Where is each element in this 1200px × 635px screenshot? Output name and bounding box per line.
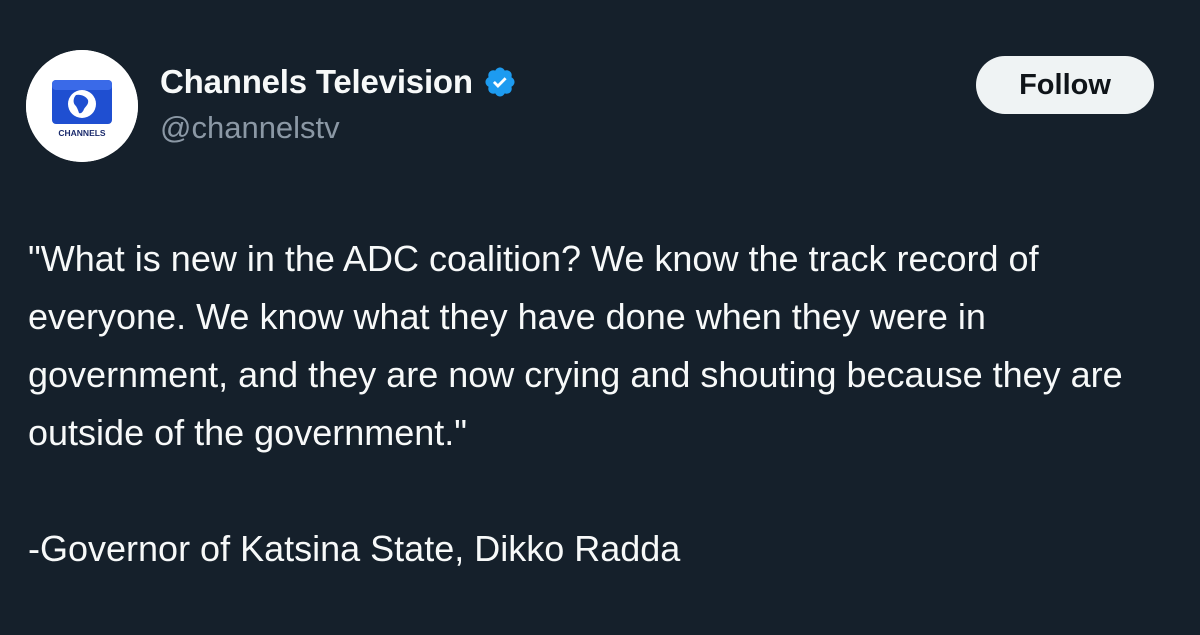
author-name-row: Channels Television <box>160 60 517 104</box>
channels-logo-icon: CHANNELS <box>26 50 138 162</box>
author-identity: Channels Television @channelstv <box>160 60 517 146</box>
follow-button[interactable]: Follow <box>976 56 1154 114</box>
post-card: CHANNELS Channels Television @channelstv… <box>0 0 1200 635</box>
author-display-name[interactable]: Channels Television <box>160 63 473 101</box>
author-handle[interactable]: @channelstv <box>160 110 517 146</box>
post-text: "What is new in the ADC coalition? We kn… <box>28 230 1168 578</box>
avatar[interactable]: CHANNELS <box>26 50 138 162</box>
verified-badge-icon[interactable] <box>483 65 517 99</box>
post-quote: "What is new in the ADC coalition? We kn… <box>28 238 1123 453</box>
avatar-logo-text: CHANNELS <box>58 128 106 138</box>
post-attribution: -Governor of Katsina State, Dikko Radda <box>28 528 681 569</box>
